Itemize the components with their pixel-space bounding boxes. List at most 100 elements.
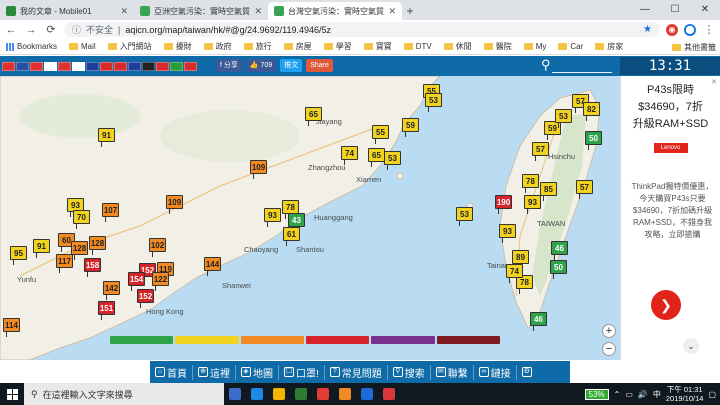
bookmark-item[interactable]: 學習	[323, 41, 352, 52]
close-icon[interactable]: ✕	[690, 0, 720, 20]
nav-item[interactable]: ◈ 地圖	[236, 364, 279, 380]
bookmark-item[interactable]: 政府	[203, 41, 232, 52]
volume-icon[interactable]: 🔊	[638, 390, 648, 399]
other-bookmarks[interactable]: 其他書籤	[672, 42, 716, 53]
bookmark-item[interactable]: 旅行	[243, 41, 272, 52]
aqi-marker[interactable]: 43	[288, 213, 305, 232]
taskbar-clock[interactable]: 下午 01:31 2019/10/14	[666, 385, 704, 403]
close-tab-icon[interactable]: ✕	[388, 6, 396, 17]
taskbar-app-icon[interactable]	[246, 383, 268, 405]
aqi-marker[interactable]: 53	[425, 93, 442, 112]
language-flag-icon[interactable]	[72, 61, 85, 71]
aqi-marker[interactable]: 53	[555, 109, 572, 128]
language-flag-icon[interactable]	[128, 61, 141, 71]
aqi-marker[interactable]: 93	[524, 195, 541, 214]
aqi-marker[interactable]: 109	[166, 195, 183, 214]
aqi-marker[interactable]: 46	[551, 241, 568, 260]
taskbar-search[interactable]: ⚲ 在這裡輸入文字來搜尋	[24, 383, 224, 405]
aqi-marker[interactable]: 57	[576, 180, 593, 199]
zoom-out-icon[interactable]: −	[602, 342, 616, 356]
aqi-marker[interactable]: 151	[98, 301, 115, 320]
aqi-marker[interactable]: 93	[264, 208, 281, 227]
aqi-marker[interactable]: 61	[283, 227, 300, 246]
aqi-marker[interactable]: 158	[84, 258, 101, 277]
language-flag-icon[interactable]	[170, 61, 183, 71]
aqi-marker[interactable]: 65	[368, 148, 385, 167]
language-flag-icon[interactable]	[142, 61, 155, 71]
aqi-marker[interactable]: 78	[282, 200, 299, 219]
search-icon[interactable]: ⚲	[541, 58, 555, 72]
aqi-marker[interactable]: 85	[540, 182, 557, 201]
ad-close-icon[interactable]: ✕	[711, 78, 717, 86]
language-flag-icon[interactable]	[16, 61, 29, 71]
nav-item[interactable]: ✉ 聯繫	[431, 364, 474, 380]
aqi-marker[interactable]: 95	[10, 246, 27, 265]
menu-dots-icon[interactable]: ⋮	[702, 23, 716, 36]
social-button[interactable]: f 分享	[216, 59, 242, 72]
ad-go-button[interactable]: ❯	[651, 290, 681, 320]
aqi-marker[interactable]: 57	[532, 142, 549, 161]
nav-item[interactable]: ⊕ 這裡	[193, 364, 236, 380]
nav-item[interactable]: ∞ 鏈接	[474, 364, 517, 380]
new-tab-button[interactable]: +	[402, 2, 418, 20]
aqi-marker[interactable]: 78	[522, 174, 539, 193]
zoom-in-icon[interactable]: +	[602, 324, 616, 338]
taskbar-app-icon[interactable]	[378, 383, 400, 405]
aqi-marker[interactable]: 65	[305, 107, 322, 126]
aqi-marker[interactable]: 55	[372, 125, 389, 144]
back-icon[interactable]: ←	[4, 24, 18, 36]
aqi-marker[interactable]: 190	[495, 195, 512, 214]
aqi-marker[interactable]: 152	[137, 289, 154, 308]
aqi-marker[interactable]: 53	[384, 151, 401, 170]
browser-tab[interactable]: 台灣空氣污染：實時空氣質量指數 ✕	[268, 2, 402, 20]
extension-icon[interactable]: ⬤	[684, 23, 696, 36]
aqi-marker[interactable]: 91	[98, 128, 115, 147]
bookmark-item[interactable]: 休閒	[443, 41, 472, 52]
bookmark-star-icon[interactable]: ★	[643, 24, 652, 35]
aqi-marker[interactable]: 74	[341, 146, 358, 165]
aqi-marker[interactable]: 82	[583, 102, 600, 121]
bookmark-item[interactable]: 擾財	[163, 41, 192, 52]
network-icon[interactable]: ▭	[625, 390, 633, 399]
ime-indicator[interactable]: 中	[653, 389, 661, 400]
taskbar-app-icon[interactable]	[268, 383, 290, 405]
reload-icon[interactable]: ⟳	[44, 23, 58, 36]
info-icon[interactable]: ⓘ	[72, 23, 81, 36]
bookmark-item[interactable]: 房屋	[283, 41, 312, 52]
bookmark-item[interactable]: 醫院	[483, 41, 512, 52]
aqi-marker[interactable]: 50	[550, 260, 567, 279]
taskbar-app-icon[interactable]	[312, 383, 334, 405]
url-input[interactable]: ⓘ 不安全 | aqicn.org/map/taiwan/hk/#@g/24.9…	[64, 22, 660, 37]
extension-icon[interactable]: ◉	[666, 23, 678, 36]
bookmark-item[interactable]: Bookmarks	[6, 42, 57, 51]
taskbar-app-icon[interactable]	[290, 383, 312, 405]
social-button[interactable]: 推文	[280, 59, 303, 72]
start-button[interactable]	[0, 383, 24, 405]
close-tab-icon[interactable]: ✕	[254, 6, 262, 17]
bookmark-item[interactable]: Car	[558, 42, 583, 51]
language-flag-icon[interactable]	[58, 61, 71, 71]
bookmark-item[interactable]: My	[523, 42, 546, 51]
scroll-down-icon[interactable]: ⌄	[683, 338, 699, 354]
aqi-marker[interactable]: 114	[3, 318, 20, 337]
language-flag-icon[interactable]	[114, 61, 127, 71]
aqi-marker[interactable]: 117	[56, 254, 73, 273]
aqi-marker[interactable]: 70	[73, 210, 90, 229]
browser-tab[interactable]: 亞洲空氣污染：實時空氣質量指數 ✕	[134, 2, 268, 20]
minimize-icon[interactable]: —	[630, 0, 660, 20]
language-flag-icon[interactable]	[2, 61, 15, 71]
bookmark-item[interactable]: 入門網站	[107, 41, 152, 52]
language-flag-icon[interactable]	[100, 61, 113, 71]
ad-panel[interactable]: ✕ P43s限時 $34690，7折 升級RAM+SSD Lenovo Thin…	[620, 76, 720, 360]
bookmark-item[interactable]: DTV	[403, 42, 432, 51]
aqi-marker[interactable]: 46	[530, 312, 547, 331]
aqi-marker[interactable]: 122	[152, 272, 169, 291]
aqi-marker[interactable]: 93	[499, 224, 516, 243]
language-flag-icon[interactable]	[44, 61, 57, 71]
language-flag-icon[interactable]	[184, 61, 197, 71]
aqi-marker[interactable]: 144	[204, 257, 221, 276]
aqi-marker[interactable]: 128	[71, 241, 88, 260]
nav-item[interactable]: ⌂ 首頁	[150, 364, 193, 380]
bookmark-item[interactable]: Mail	[69, 42, 96, 51]
nav-item[interactable]: ? 常見問題	[325, 364, 388, 380]
